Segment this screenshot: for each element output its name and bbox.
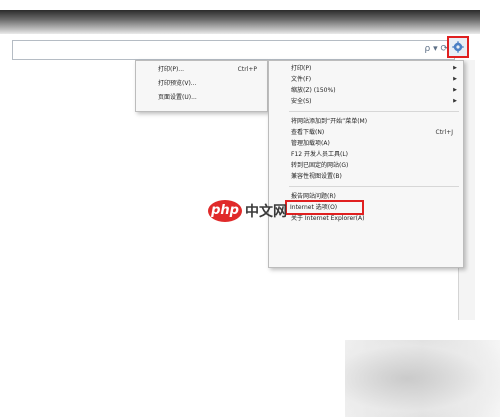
menu-separator [289,186,459,187]
menu-item-label: 打印预览(V)... [158,80,197,87]
menu-item-label: 关于 Internet Explorer(A) [291,215,365,222]
menu-item-dev-tools[interactable]: F12 开发人员工具(L) [269,149,463,160]
menu-item-label: 文件(F) [291,76,312,83]
submenu-arrow-icon: ▶ [453,87,457,93]
menu-item-label: 页面设置(U)... [158,94,197,101]
menu-item-shortcut: Ctrl+P [237,66,257,73]
watermark-text: 中文网 [245,204,287,220]
submenu-arrow-icon: ▶ [453,65,457,71]
menu-item-internet-options[interactable]: Internet 选项(O) [285,200,364,215]
menu-item-about-ie[interactable]: 关于 Internet Explorer(A) [269,213,463,224]
browser-title-bar [0,10,480,34]
menu-item-label: 缩放(Z) (150%) [291,87,336,94]
menu-item-print[interactable]: 打印(P)... Ctrl+P [136,63,267,77]
menu-item-pinned-sites[interactable]: 转到已固定的网站(G) [269,160,463,171]
menu-item-report-problem[interactable]: 报告网站问题(R) [269,191,463,202]
print-submenu: 打印(P)... Ctrl+P 打印预览(V)... 页面设置(U)... [135,60,268,112]
tools-menu: 打印(P) ▶ 文件(F) ▶ 缩放(Z) (150%) ▶ 安全(S) ▶ 将… [268,60,464,268]
menu-item-label: F12 开发人员工具(L) [291,151,349,158]
php-cn-watermark: php 中文网 [208,200,287,222]
menu-item-print-preview[interactable]: 打印预览(V)... [136,77,267,91]
menu-item-label: 将网站添加到“开始”菜单(M) [291,118,368,125]
menu-item-label: Internet 选项(O) [290,204,338,211]
gear-icon [452,38,464,57]
menu-item-manage-addons[interactable]: 管理加载项(A) [269,138,463,149]
menu-item-label: 报告网站问题(R) [291,193,336,200]
menu-item-label: 查看下载(N) [291,129,325,136]
menu-item-print[interactable]: 打印(P) ▶ [269,63,463,74]
menu-item-shortcut: Ctrl+J [435,129,453,136]
menu-item-label: 打印(P) [291,65,312,72]
menu-item-file[interactable]: 文件(F) ▶ [269,74,463,85]
blurred-area [345,340,500,417]
address-bar-controls[interactable]: ρ ▾ ⟳ [425,44,449,54]
menu-item-zoom[interactable]: 缩放(Z) (150%) ▶ [269,85,463,96]
menu-item-safety[interactable]: 安全(S) ▶ [269,96,463,107]
menu-item-add-to-start[interactable]: 将网站添加到“开始”菜单(M) [269,116,463,127]
menu-item-label: 管理加载项(A) [291,140,330,147]
menu-item-label: 安全(S) [291,98,312,105]
menu-item-label: 打印(P)... [158,66,185,73]
menu-item-view-downloads[interactable]: 查看下载(N) Ctrl+J [269,127,463,138]
menu-item-compat-view[interactable]: 兼容性视图设置(B) [269,171,463,182]
tools-button[interactable] [447,36,469,58]
address-bar[interactable]: ρ ▾ ⟳ [12,40,455,60]
submenu-arrow-icon: ▶ [453,98,457,104]
menu-item-label: 兼容性视图设置(B) [291,173,342,180]
submenu-arrow-icon: ▶ [453,76,457,82]
menu-item-page-setup[interactable]: 页面设置(U)... [136,91,267,105]
php-logo-icon: php [208,200,242,222]
menu-separator [289,111,459,112]
menu-item-label: 转到已固定的网站(G) [291,162,349,169]
